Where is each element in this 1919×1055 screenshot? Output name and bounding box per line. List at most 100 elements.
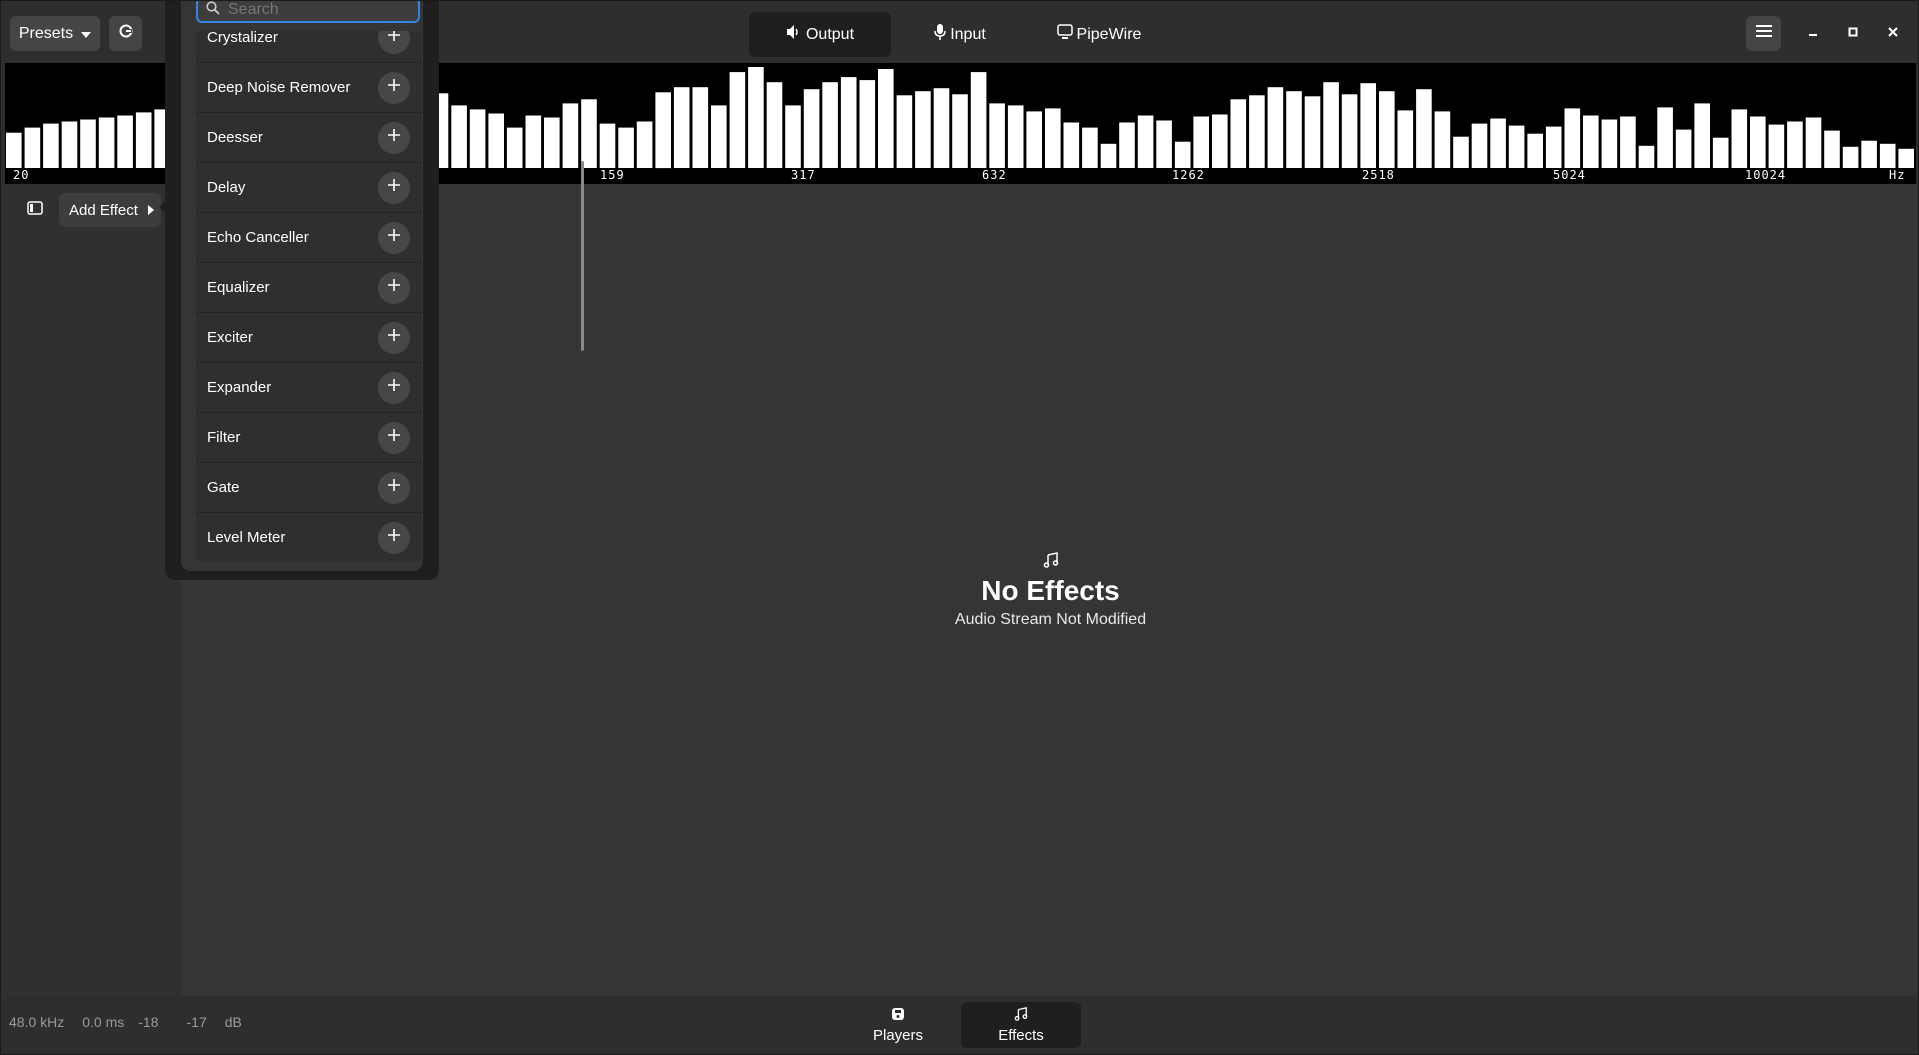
- spectrum-bar: [1471, 123, 1488, 168]
- spectrum-bar: [1230, 99, 1247, 168]
- spectrum-bar: [117, 115, 133, 168]
- reset-button[interactable]: [109, 16, 142, 51]
- spectrum-bar: [488, 113, 504, 168]
- spectrum-bar: [896, 95, 913, 168]
- spectrum-bar: [1212, 114, 1228, 168]
- effect-item[interactable]: Crystalizer: [196, 31, 422, 63]
- add-effect-item-button[interactable]: [378, 471, 410, 504]
- status-bar: 48.0 kHz 0.0 ms -18 -17 dB: [9, 1014, 242, 1030]
- tab-output[interactable]: Output: [749, 12, 891, 57]
- add-effect-item-button[interactable]: [378, 171, 410, 204]
- plus-icon: [387, 478, 401, 497]
- spectrum-bar: [729, 72, 746, 168]
- spectrum-bar: [822, 82, 838, 168]
- effect-item[interactable]: Echo Canceller: [196, 213, 422, 263]
- spectrum-bar: [1249, 95, 1265, 168]
- spectrum-bar: [1527, 133, 1543, 168]
- maximize-button[interactable]: [1841, 21, 1865, 45]
- add-effect-item-button[interactable]: [378, 221, 410, 254]
- frequency-label: 20: [13, 168, 30, 182]
- effect-list: Crystalizer Deep Noise Remover Deesser Dela…: [196, 31, 422, 561]
- presets-button[interactable]: Presets: [10, 16, 100, 51]
- effect-item[interactable]: Level Meter: [196, 513, 422, 561]
- effect-item[interactable]: Equalizer: [196, 263, 422, 313]
- spectrum-bar: [803, 89, 820, 168]
- spectrum-bar: [1082, 127, 1098, 168]
- spectrum-bar: [1545, 126, 1562, 168]
- spectrum-bar: [840, 77, 857, 168]
- tab-effects[interactable]: Effects: [961, 1002, 1081, 1048]
- close-button[interactable]: [1881, 21, 1905, 45]
- effect-label: Crystalizer: [207, 31, 278, 46]
- minimize-button[interactable]: [1801, 21, 1825, 45]
- plus-icon: [387, 528, 401, 547]
- spectrum-bar: [506, 127, 523, 168]
- plus-icon: [387, 278, 401, 297]
- effect-label: Level Meter: [207, 529, 286, 546]
- effect-item[interactable]: Deep Noise Remover: [196, 63, 422, 113]
- add-effect-item-button[interactable]: [378, 371, 410, 404]
- tab-pipewire[interactable]: PipeWire: [1029, 12, 1169, 57]
- spectrum-bar: [43, 123, 59, 168]
- effect-item[interactable]: Gate: [196, 463, 422, 513]
- sidebar-toggle-button[interactable]: [17, 194, 52, 226]
- tab-input-label: Input: [950, 25, 986, 43]
- spectrum-bar: [673, 87, 690, 168]
- add-effect-item-button[interactable]: [378, 71, 410, 104]
- spectrum-bar: [599, 123, 616, 168]
- spectrum-bar: [525, 115, 542, 168]
- plus-icon: [387, 228, 401, 247]
- effect-label: Filter: [207, 429, 241, 446]
- spectrum-bar: [1824, 130, 1840, 168]
- spectrum-bar: [618, 127, 634, 168]
- spectrum-bar: [1508, 125, 1525, 168]
- tab-input[interactable]: Input: [891, 12, 1029, 57]
- spectrum-bar: [970, 72, 987, 168]
- effect-label: Deep Noise Remover: [207, 79, 351, 96]
- spectrum-bar: [1026, 111, 1042, 168]
- frequency-label: 5024: [1553, 168, 1586, 182]
- search-icon: [206, 1, 220, 20]
- music-note-icon: [1014, 1006, 1028, 1025]
- add-effect-popover: Crystalizer Deep Noise Remover Deesser Dela…: [165, 1, 584, 580]
- spectrum-bar: [915, 91, 931, 168]
- add-effect-item-button[interactable]: [378, 271, 410, 304]
- spectrum-bar: [1193, 116, 1209, 168]
- add-effect-item-button[interactable]: [378, 321, 410, 354]
- spectrum-bar: [1174, 141, 1191, 168]
- spectrum-bar: [655, 92, 671, 169]
- spectrum-bar: [1063, 122, 1080, 168]
- spectrum-bar: [1360, 83, 1376, 168]
- add-effect-button[interactable]: Add Effect: [59, 193, 161, 227]
- add-effect-item-button[interactable]: [378, 121, 410, 154]
- effect-item[interactable]: Filter: [196, 413, 422, 463]
- effect-item[interactable]: Expander: [196, 363, 422, 413]
- spectrum-bar: [1434, 111, 1451, 168]
- add-effect-item-button[interactable]: [378, 521, 410, 554]
- add-effect-item-button[interactable]: [378, 421, 410, 454]
- tab-players[interactable]: Players: [838, 1002, 958, 1048]
- spectrum-bar: [878, 69, 894, 168]
- add-effect-item-button[interactable]: [378, 31, 410, 54]
- spectrum-bar: [1267, 87, 1284, 168]
- search-input[interactable]: [226, 1, 410, 20]
- tab-pipewire-label: PipeWire: [1076, 25, 1142, 43]
- search-field[interactable]: [196, 1, 420, 23]
- spectrum-bar: [135, 112, 152, 168]
- popover-scrollbar[interactable]: [581, 161, 584, 351]
- tab-players-label: Players: [872, 1026, 924, 1044]
- effect-item[interactable]: Exciter: [196, 313, 422, 363]
- spectrum-bar: [451, 105, 467, 168]
- effect-item[interactable]: Delay: [196, 163, 422, 213]
- easyeffects-window: Presets Output Input PipeWire 20 159 317…: [0, 0, 1919, 1055]
- empty-state: No Effects Audio Stream Not Modified: [181, 552, 1918, 629]
- frequency-label: 1262: [1172, 168, 1205, 182]
- spectrum-bar: [1100, 143, 1117, 168]
- main-menu-button[interactable]: [1746, 16, 1781, 51]
- effect-item[interactable]: Deesser: [196, 113, 422, 163]
- spectrum-bar: [711, 105, 727, 168]
- spectrum-bar: [1490, 118, 1506, 168]
- spectrum-bar: [1842, 146, 1859, 168]
- microphone-icon: [934, 24, 946, 45]
- spectrum-bar: [581, 99, 597, 168]
